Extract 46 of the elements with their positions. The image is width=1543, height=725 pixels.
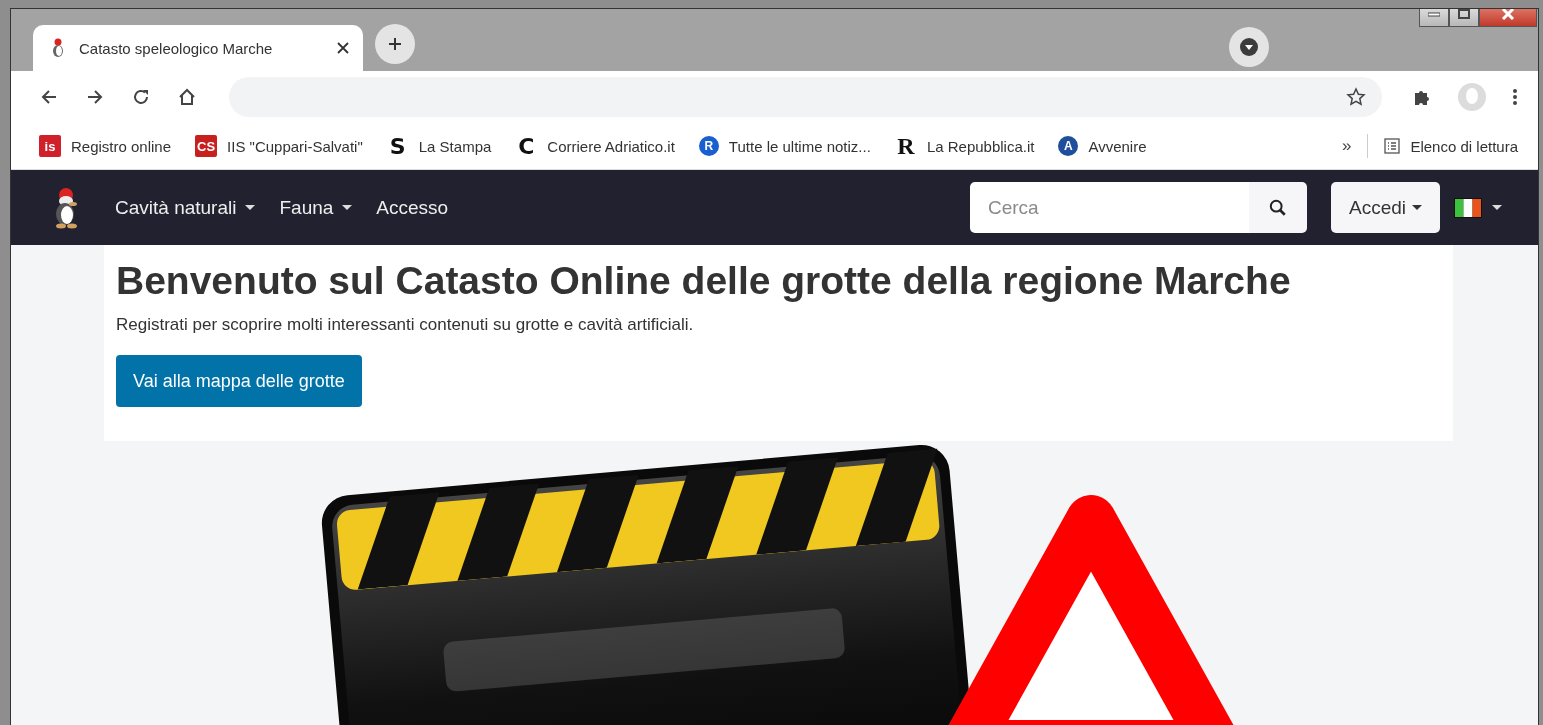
bookmark[interactable]: C Corriere Adriatico.it [515, 135, 675, 157]
nav-link[interactable]: Accesso [376, 196, 449, 219]
minimize-icon [1428, 11, 1440, 17]
browser-tab[interactable]: Catasto speleologico Marche [33, 25, 363, 71]
search-field[interactable]: Cerca [969, 182, 1249, 233]
favicon: is [39, 135, 61, 157]
caret-circle-icon [1239, 37, 1259, 57]
home-icon[interactable] [177, 87, 197, 107]
bookmark[interactable]: R La Repubblica.it [894, 135, 1035, 157]
menu-icon[interactable] [1512, 87, 1518, 107]
map-button[interactable]: Vai alla mappa delle grotte [116, 355, 362, 407]
favicon: S [388, 135, 407, 157]
intro-text: Registrati per scoprire molti interessanti contenuti su grotte e cavità artificiali. [116, 315, 695, 335]
star-icon[interactable] [1346, 87, 1366, 107]
close-icon [1501, 9, 1515, 20]
new-tab-button[interactable] [375, 24, 415, 64]
more-bookmarks-button[interactable]: » [1341, 136, 1352, 156]
bookmark[interactable]: A Avvenire [1058, 136, 1147, 156]
tab-search-button[interactable] [1229, 27, 1269, 67]
search-button[interactable] [1248, 182, 1307, 233]
favicon: R [698, 136, 719, 156]
maximize-icon [1458, 9, 1470, 19]
nav-link[interactable]: Fauna [279, 196, 353, 219]
login-dropdown-button[interactable]: Accedi [1330, 182, 1440, 233]
favicon: CS [195, 135, 218, 157]
close-tab-icon[interactable] [337, 42, 349, 54]
reading-list-button[interactable]: Elenco di lettura [1384, 137, 1518, 155]
favicon: A [1058, 136, 1079, 156]
plus-icon [387, 36, 403, 52]
bookmark[interactable]: S La Stampa [386, 135, 492, 157]
welcome-heading: Benvenuto sul Catasto Online delle grotte della regione Marche [116, 259, 1292, 303]
mascot-icon [51, 38, 65, 58]
nav-link[interactable]: Cavità naturali [115, 196, 256, 219]
language-dropdown[interactable] [1454, 197, 1502, 218]
bookmark[interactable]: R Tutte le ultime notiz... [698, 136, 871, 156]
bookmark[interactable]: CS IIS "Cuppari-Salvati" [195, 135, 363, 157]
reload-icon[interactable] [131, 87, 151, 107]
favicon: C [517, 135, 536, 157]
favicon: R [896, 135, 916, 157]
bookmark[interactable]: is Registro online [39, 135, 172, 157]
caret-icon [1492, 204, 1502, 211]
search-icon [1268, 198, 1287, 217]
caret-icon [1412, 204, 1422, 211]
tab-title: Catasto speleologico Marche [79, 39, 274, 57]
flag-icon [1454, 197, 1482, 218]
list-icon [1384, 138, 1401, 154]
